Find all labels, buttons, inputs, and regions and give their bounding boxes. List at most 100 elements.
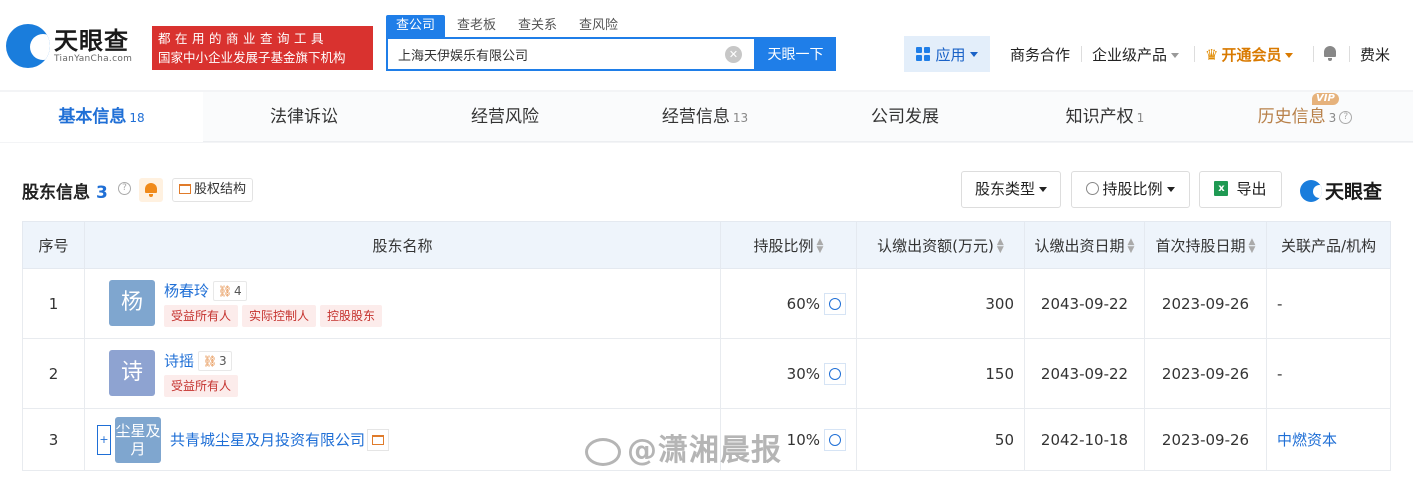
search-input[interactable]: [398, 46, 718, 62]
holding-ratio: 10%: [786, 430, 820, 449]
holding-ratio: 30%: [786, 364, 820, 383]
col-sub-date[interactable]: 认缴出资日期 ▲ ▼: [1024, 221, 1145, 269]
shareholder-name-link[interactable]: 诗摇: [164, 352, 194, 370]
filter-shareholder-type[interactable]: 股东类型: [961, 171, 1061, 208]
nav-divider: [1194, 46, 1195, 62]
pie-icon: [829, 297, 841, 310]
tab-business-info[interactable]: 经营信息 13: [605, 92, 805, 142]
top-bar: 天眼查 TianYanCha.com 都在用的商业查询工具 国家中小企业发展子基…: [0, 0, 1413, 90]
chevron-down-icon: [1039, 187, 1047, 192]
equity-structure-button[interactable]: 股权结构: [172, 178, 254, 202]
chevron-down-icon: [1285, 53, 1294, 58]
pie-icon: [1086, 182, 1100, 195]
chevron-down-icon: [969, 51, 978, 57]
nav-enterprise[interactable]: 企业级产品: [1092, 44, 1180, 65]
related-org: -: [1266, 268, 1391, 339]
app-menu-button[interactable]: 应用: [904, 36, 990, 72]
search-box: ✕: [386, 37, 756, 71]
ratio-chart-button[interactable]: [824, 292, 846, 315]
relation-count-badge[interactable]: ⛓ 3: [198, 351, 232, 372]
sort-icon: ▲ ▼: [1248, 237, 1256, 255]
slogan-banner: 都在用的商业查询工具 国家中小企业发展子基金旗下机构: [152, 26, 373, 70]
pie-icon: [829, 433, 841, 446]
section-title: 股东信息 3: [22, 183, 108, 203]
clear-icon[interactable]: ✕: [725, 46, 742, 63]
table-row: 1 杨 杨春玲 ⛓ 4 受益所有人 实际控制人 控股股东 60% 300 2043-09…: [22, 268, 1391, 339]
avatar: 杨: [109, 279, 155, 326]
ratio-chart-button[interactable]: [824, 428, 846, 451]
tag-actual-controller: 实际控制人: [242, 305, 317, 328]
tag-controlling-shareholder: 控股股东: [320, 305, 383, 328]
subscription-date: 2043-09-22: [1024, 338, 1145, 409]
search-button[interactable]: 天眼一下: [755, 37, 836, 71]
nav-vip[interactable]: ♛ 开通会员: [1205, 44, 1294, 65]
shareholder-company-link[interactable]: 共青城尘星及月投资有限公司: [170, 429, 365, 450]
export-button[interactable]: x 导出: [1199, 171, 1282, 208]
help-icon[interactable]: ?: [1339, 110, 1353, 124]
holding-ratio: 60%: [786, 294, 820, 313]
bell-icon[interactable]: [1323, 44, 1337, 61]
nav-business[interactable]: 商务合作: [1010, 44, 1070, 65]
logo-eye-icon: [1300, 179, 1322, 202]
col-name: 股东名称: [84, 221, 721, 269]
logo-name: 天眼查: [54, 27, 129, 55]
structure-icon: [179, 183, 191, 194]
search-tabs: 查公司 查老板 查关系 查风险: [386, 15, 630, 37]
related-org-link[interactable]: 中燃资本: [1277, 431, 1337, 449]
first-holding-date: 2023-09-26: [1144, 408, 1267, 471]
grid-icon: [916, 47, 931, 61]
sort-icon: ▲ ▼: [1127, 237, 1135, 255]
logo[interactable]: 天眼查 TianYanCha.com: [6, 24, 132, 68]
logo-eye-icon: [6, 24, 50, 68]
tag-beneficial-owner: 受益所有人: [164, 305, 239, 328]
weibo-icon: [585, 437, 621, 466]
tab-history[interactable]: 历史信息 3?: [1205, 92, 1405, 142]
watermark: @潇湘晨报: [585, 425, 782, 469]
nav-divider: [1081, 46, 1082, 62]
tab-basic-info[interactable]: 基本信息 18: [0, 92, 203, 142]
avatar: 尘星及月: [115, 416, 161, 463]
tab-risk[interactable]: 经营风险: [405, 92, 605, 142]
logo-domain: TianYanCha.com: [54, 54, 133, 64]
tab-legal[interactable]: 法律诉讼: [203, 92, 405, 142]
col-first-date[interactable]: 首次持股日期 ▲ ▼: [1144, 221, 1267, 269]
user-menu[interactable]: 费米: [1360, 44, 1390, 65]
related-org: -: [1266, 338, 1391, 409]
vip-badge: VIP: [1312, 93, 1339, 105]
col-index: 序号: [22, 221, 85, 269]
avatar: 诗: [109, 349, 155, 396]
filter-ratio[interactable]: 持股比例: [1071, 171, 1190, 208]
nav-divider: [1349, 46, 1350, 62]
table-header-row: 序号 股东名称 持股比例 ▲ ▼ 认缴出资额(万元) ▲ ▼ 认缴出资日期 ▲ ▼ 首次持股…: [22, 221, 1391, 269]
bell-icon[interactable]: [139, 178, 163, 202]
watermark-logo: 天眼查: [1300, 177, 1382, 204]
sort-icon: ▲ ▼: [816, 237, 824, 255]
col-ratio[interactable]: 持股比例 ▲ ▼: [720, 221, 857, 269]
first-holding-date: 2023-09-26: [1144, 268, 1267, 339]
search-tab-relation[interactable]: 查关系: [508, 15, 567, 37]
tag-beneficial-owner: 受益所有人: [164, 375, 239, 398]
expand-button[interactable]: +: [97, 424, 111, 455]
excel-icon: x: [1214, 181, 1229, 196]
subscription-date: 2042-10-18: [1024, 408, 1145, 471]
search-tab-boss[interactable]: 查老板: [447, 15, 506, 37]
search-tab-risk[interactable]: 查风险: [569, 15, 628, 37]
relation-count-badge[interactable]: ⛓ 4: [213, 281, 247, 302]
relation-icon: ⛓: [203, 355, 217, 369]
shareholder-name-link[interactable]: 杨春玲: [164, 282, 209, 300]
ratio-chart-button[interactable]: [824, 362, 846, 385]
subscribed-amount: 150: [856, 338, 1025, 409]
subscription-date: 2043-09-22: [1024, 268, 1145, 339]
first-holding-date: 2023-09-26: [1144, 338, 1267, 409]
tab-ip[interactable]: 知识产权 1: [1005, 92, 1205, 142]
help-icon[interactable]: ?: [118, 182, 131, 195]
sort-icon: ▲ ▼: [996, 237, 1004, 255]
tab-development[interactable]: 公司发展: [805, 92, 1005, 142]
pie-icon: [829, 367, 841, 380]
col-related: 关联产品/机构: [1266, 221, 1391, 269]
col-amount[interactable]: 认缴出资额(万元) ▲ ▼: [856, 221, 1025, 269]
table-row: 2 诗 诗摇 ⛓ 3 受益所有人 30% 150 2043-09-22 2023-0…: [22, 338, 1391, 409]
equity-structure-button[interactable]: [367, 428, 390, 451]
chevron-down-icon: [1171, 53, 1180, 58]
search-tab-company[interactable]: 查公司: [386, 15, 446, 37]
